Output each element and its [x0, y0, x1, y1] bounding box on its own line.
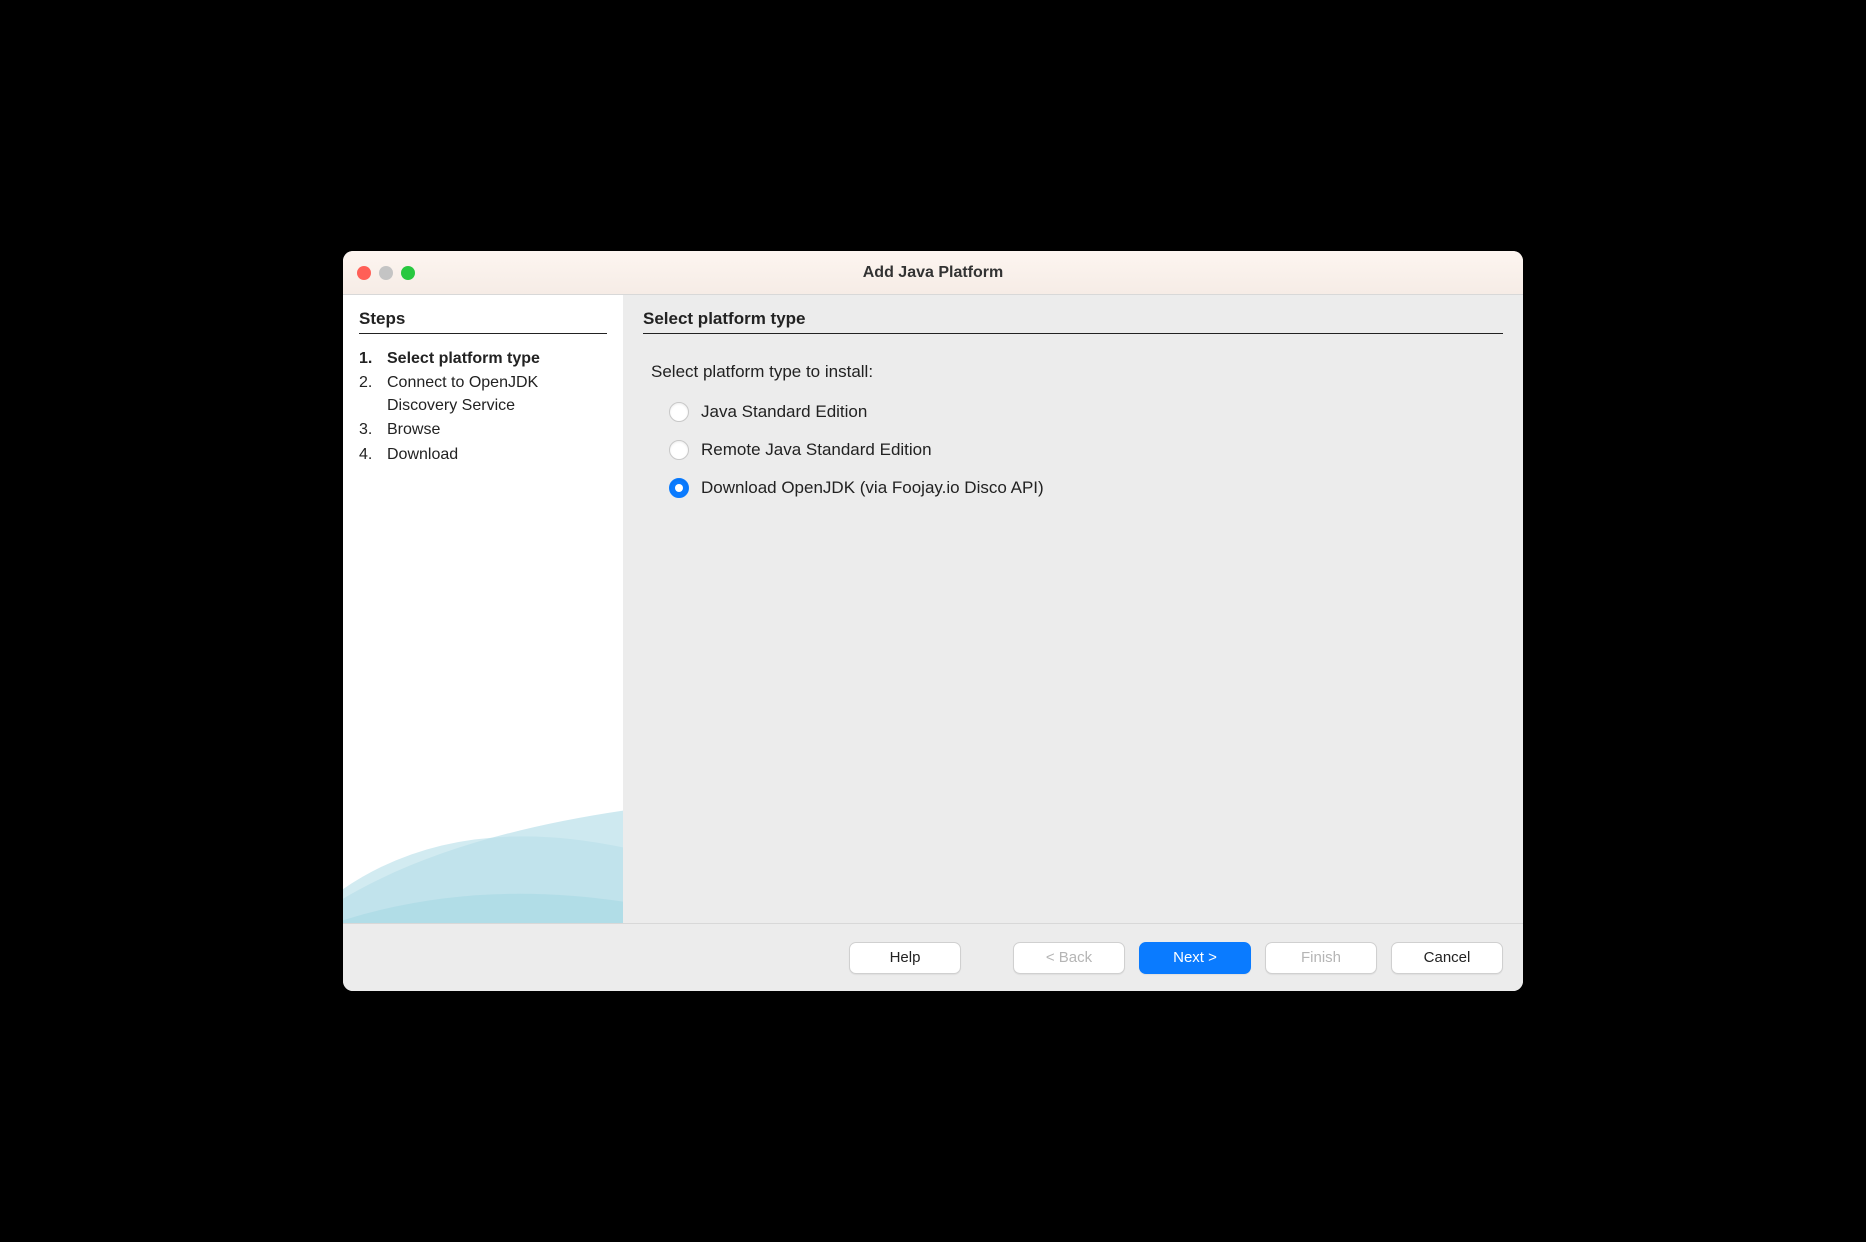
radio-icon: [669, 440, 689, 460]
decorative-swoosh-icon: [343, 743, 623, 923]
minimize-icon: [379, 266, 393, 280]
dialog-window: Add Java Platform Steps Select platform …: [343, 251, 1523, 991]
step-label: Download: [387, 444, 458, 466]
finish-button: Finish: [1265, 942, 1377, 974]
maximize-icon[interactable]: [401, 266, 415, 280]
radio-java-se[interactable]: Java Standard Edition: [669, 402, 1503, 422]
step-label: Connect to OpenJDK Discovery Service: [387, 372, 607, 417]
steps-list: Select platform type Connect to OpenJDK …: [359, 348, 607, 466]
platform-type-radio-group: Java Standard Edition Remote Java Standa…: [669, 402, 1503, 516]
titlebar: Add Java Platform: [343, 251, 1523, 295]
main-panel: Select platform type Select platform typ…: [623, 295, 1523, 923]
back-button: < Back: [1013, 942, 1125, 974]
radio-remote-java-se[interactable]: Remote Java Standard Edition: [669, 440, 1503, 460]
dialog-body: Steps Select platform type Connect to Op…: [343, 295, 1523, 923]
next-button[interactable]: Next >: [1139, 942, 1251, 974]
radio-download-openjdk[interactable]: Download OpenJDK (via Foojay.io Disco AP…: [669, 478, 1503, 498]
traffic-lights: [343, 266, 415, 280]
step-label: Browse: [387, 419, 440, 441]
sidebar: Steps Select platform type Connect to Op…: [343, 295, 623, 923]
step-browse: Browse: [359, 419, 607, 441]
step-label: Select platform type: [387, 348, 540, 370]
dialog-footer: Help < Back Next > Finish Cancel: [343, 923, 1523, 991]
step-select-platform-type: Select platform type: [359, 348, 607, 370]
step-download: Download: [359, 444, 607, 466]
radio-label: Java Standard Edition: [701, 402, 867, 422]
step-connect-discovery: Connect to OpenJDK Discovery Service: [359, 372, 607, 417]
main-heading: Select platform type: [643, 309, 1503, 334]
close-icon[interactable]: [357, 266, 371, 280]
window-title: Add Java Platform: [343, 264, 1523, 282]
cancel-button[interactable]: Cancel: [1391, 942, 1503, 974]
help-button[interactable]: Help: [849, 942, 961, 974]
instruction-text: Select platform type to install:: [651, 362, 1503, 382]
radio-label: Download OpenJDK (via Foojay.io Disco AP…: [701, 478, 1044, 498]
radio-icon: [669, 402, 689, 422]
radio-icon: [669, 478, 689, 498]
sidebar-heading: Steps: [359, 309, 607, 334]
radio-label: Remote Java Standard Edition: [701, 440, 932, 460]
